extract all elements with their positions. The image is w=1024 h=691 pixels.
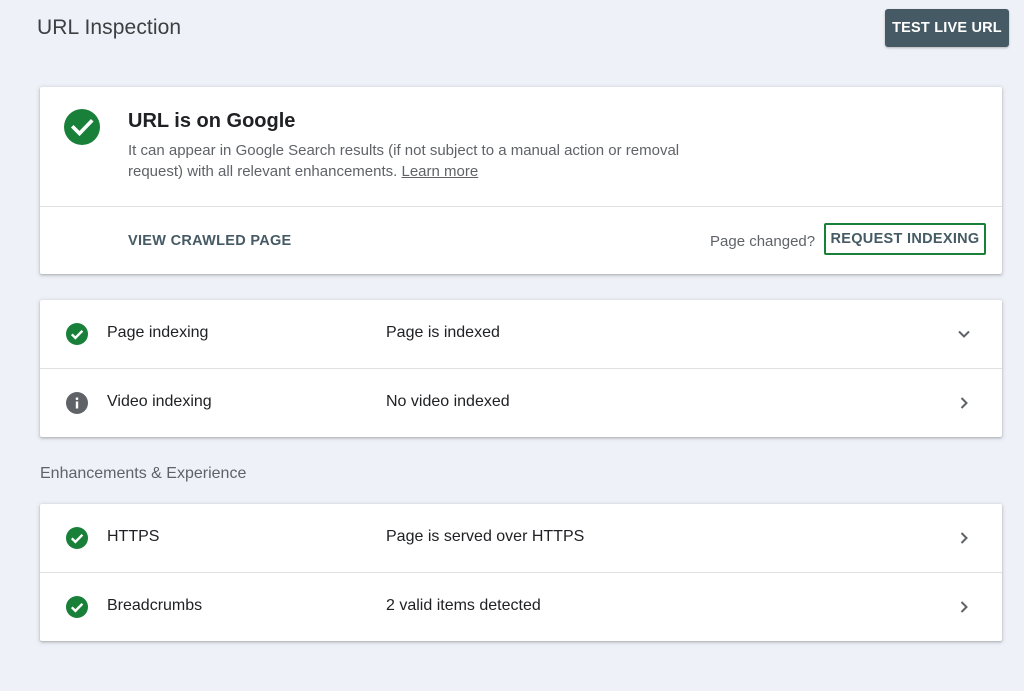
check-circle-icon	[64, 109, 100, 145]
row-value: 2 valid items detected	[386, 597, 541, 614]
row-label: Page indexing	[107, 324, 209, 341]
status-card: URL is on Google It can appear in Google…	[40, 87, 1002, 274]
row-breadcrumbs[interactable]: Breadcrumbs 2 valid items detected	[40, 572, 1002, 641]
chevron-right-icon[interactable]	[954, 393, 974, 413]
page-changed-label: Page changed?	[710, 233, 816, 250]
check-circle-icon	[66, 323, 88, 345]
row-video-indexing[interactable]: Video indexing No video indexed	[40, 368, 1002, 437]
page-title: URL Inspection	[37, 16, 182, 39]
row-https[interactable]: HTTPS Page is served over HTTPS	[40, 504, 1002, 572]
learn-more-link[interactable]: Learn more	[401, 163, 478, 180]
test-live-url-button[interactable]: TEST LIVE URL	[885, 9, 1009, 47]
view-crawled-page-button[interactable]: VIEW CRAWLED PAGE	[128, 233, 292, 249]
check-circle-icon	[66, 596, 88, 618]
row-label: HTTPS	[107, 528, 160, 545]
row-value: No video indexed	[386, 393, 510, 410]
chevron-right-icon[interactable]	[954, 528, 974, 548]
divider	[40, 206, 1002, 207]
chevron-down-icon[interactable]	[954, 324, 974, 344]
check-circle-icon	[66, 527, 88, 549]
chevron-right-icon[interactable]	[954, 597, 974, 617]
row-label: Breadcrumbs	[107, 597, 203, 614]
indexing-card: Page indexing Page is indexed Video inde…	[40, 300, 1002, 437]
info-icon	[66, 392, 88, 414]
status-title: URL is on Google	[128, 110, 296, 132]
request-indexing-button[interactable]: REQUEST INDEXING	[824, 223, 986, 255]
row-page-indexing[interactable]: Page indexing Page is indexed	[40, 300, 1002, 368]
section-heading: Enhancements & Experience	[40, 465, 247, 482]
row-value: Page is served over HTTPS	[386, 528, 585, 545]
row-label: Video indexing	[107, 393, 212, 410]
status-description: It can appear in Google Search results (…	[128, 140, 738, 182]
row-value: Page is indexed	[386, 324, 500, 341]
enhancements-card: HTTPS Page is served over HTTPS Breadcru…	[40, 504, 1002, 641]
